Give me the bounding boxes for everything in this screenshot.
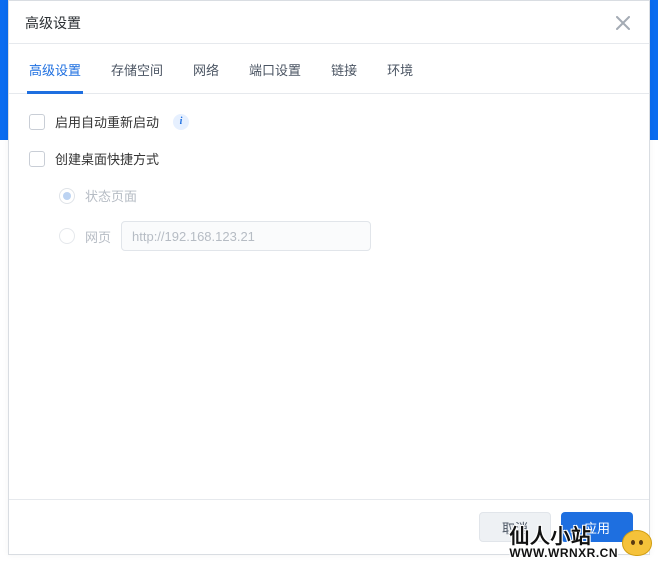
tab-advanced[interactable]: 高级设置: [27, 50, 83, 94]
web-page-label: 网页: [85, 227, 111, 246]
desktop-shortcut-label: 创建桌面快捷方式: [55, 149, 159, 168]
info-icon[interactable]: i: [173, 114, 189, 130]
tab-link[interactable]: 链接: [329, 50, 359, 94]
status-page-radio[interactable]: [59, 188, 75, 204]
tab-port[interactable]: 端口设置: [247, 50, 303, 94]
apply-button[interactable]: 应用: [561, 512, 633, 542]
dialog-title: 高级设置: [25, 13, 81, 33]
status-page-row: 状态页面: [59, 186, 629, 205]
desktop-shortcut-checkbox[interactable]: [29, 151, 45, 167]
web-page-row: 网页: [59, 221, 629, 251]
dialog-header: 高级设置: [9, 1, 649, 44]
close-icon: [616, 16, 630, 30]
web-page-url-input[interactable]: [121, 221, 371, 251]
dialog-footer: 取消 应用: [9, 499, 649, 554]
dialog-content: 启用自动重新启动 i 创建桌面快捷方式 状态页面 网页: [9, 94, 649, 499]
tab-env[interactable]: 环境: [385, 50, 415, 94]
auto-restart-label: 启用自动重新启动: [55, 112, 159, 131]
tab-network[interactable]: 网络: [191, 50, 221, 94]
close-button[interactable]: [613, 13, 633, 33]
desktop-shortcut-row: 创建桌面快捷方式: [29, 149, 629, 168]
cancel-button[interactable]: 取消: [479, 512, 551, 542]
web-page-radio[interactable]: [59, 228, 75, 244]
auto-restart-row: 启用自动重新启动 i: [29, 112, 629, 131]
tab-storage[interactable]: 存储空间: [109, 50, 165, 94]
shortcut-subgroup: 状态页面 网页: [29, 186, 629, 251]
advanced-settings-dialog: 高级设置 高级设置 存储空间 网络 端口设置 链接 环境 启用自动重新启动 i …: [8, 0, 650, 555]
status-page-label: 状态页面: [85, 186, 137, 205]
auto-restart-checkbox[interactable]: [29, 114, 45, 130]
tab-bar: 高级设置 存储空间 网络 端口设置 链接 环境: [9, 50, 649, 94]
